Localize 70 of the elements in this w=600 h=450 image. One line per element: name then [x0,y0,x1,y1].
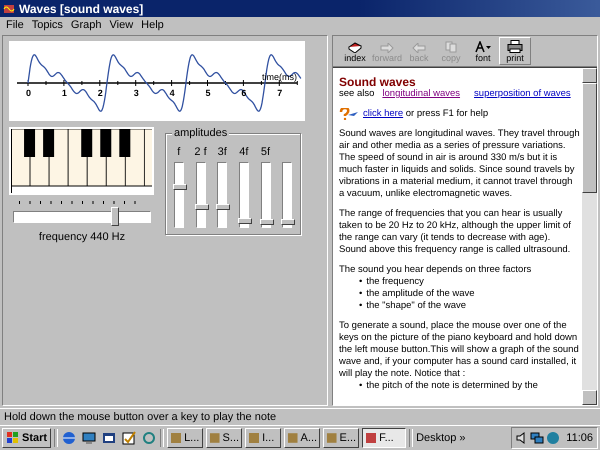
axis-tick-label: 2 [98,88,103,98]
bullet-item: the pitch of the note is determined by the [366,380,538,392]
axis-tick-label: 1 [62,88,67,98]
topic-link[interactable]: superposition of waves [474,88,571,100]
help-paragraph: The sound you hear depends on three factors [339,264,532,276]
harmonic-label: 3f [218,146,227,158]
piano-keyboard-drawing[interactable] [9,127,154,195]
help-paragraph: To generate a sound, place the mouse over one of the keys on the picture of the piano keyboard and hold down the left mouse button.This will show a graph of the sound wave and, if your computer has a sound card installed, it will play the note. Notice that : [339,320,580,380]
check-icon[interactable] [121,430,138,446]
bullet-item: the "shape" of the wave [366,300,466,312]
taskbar-button[interactable]: L... [167,428,204,448]
window-title: Waves [sound waves] [19,2,144,16]
topic-link[interactable]: longitudinal waves [382,88,460,100]
windows-logo-icon [6,432,20,444]
bullet-marker: • [359,380,362,392]
frequency-label: frequency 440 Hz [38,231,126,243]
amplitude-slider[interactable] [282,162,292,228]
bullet-marker: • [359,300,362,312]
taskbar-button[interactable]: S... [206,428,242,448]
font-icon [474,41,492,53]
question-mark-icon [339,108,359,120]
taskbar-button[interactable]: F... [362,428,406,448]
network-icon[interactable] [530,431,544,445]
taskbar-button[interactable]: A... [284,428,320,448]
monitor-icon[interactable] [81,430,98,446]
group-title: amplitudes [172,127,230,139]
see-also-label: see also [339,88,374,100]
axis-tick-label: 5 [206,88,211,98]
start-button[interactable]: Start [2,428,52,448]
axis-tick-label: 0 [26,88,32,98]
help-heading: Sound waves [339,76,417,88]
amplitude-slider[interactable] [174,162,184,228]
help-paragraph: The range of frequencies that you can hear is usually taken to be 20 Hz to 20 kHz, although the upper limit of the range can vary (it tends to decrease with age). Sound above this frequency range is called ultrasound. [339,208,572,256]
amplitude-slider[interactable] [238,162,249,228]
axis-tick-label: 7 [277,88,282,98]
copy-icon [445,41,457,53]
taskbar-button[interactable]: I... [245,428,282,448]
harmonic-label: 2 f [194,146,207,158]
bullet-marker: • [359,288,362,300]
book-icon [348,41,362,53]
help-paragraph: Sound waves are longitudinal waves. They travel through air and other media as a series of pressure variations. The speed of sound in air is around 330 m/s but it is much faster in liquids and solids. Since sound travels by vibrations in a material medium, it cannot travel through a vacuum, unlike electromagnetic waves. [339,128,580,200]
status-text: Hold down the mouse button over a key to play the note [4,411,276,423]
help-text: click here or press F1 for help [363,108,488,120]
desktop-toolbar-label[interactable]: Desktop [416,432,456,444]
clock: 11:06 [566,432,593,444]
taskbar-button[interactable]: E... [323,428,360,448]
right-arrow-icon [380,43,394,53]
bullet-item: the frequency [366,276,424,288]
menu-item[interactable]: File [2,18,28,30]
left-arrow-icon [412,43,426,53]
window-icon[interactable] [101,430,118,446]
bullet-marker: • [359,276,362,288]
scrollbar[interactable] [582,68,597,405]
menu-item[interactable]: View [106,18,138,30]
harmonic-label: f [177,146,180,158]
amplitude-slider[interactable] [260,162,271,228]
bullet-item: the amplitude of the wave [366,288,475,300]
harmonic-label: 4f [239,146,248,158]
axis-tick-label: 4 [170,88,175,98]
harmonic-label: 5f [260,146,270,158]
axis-tick-label: 3 [134,88,139,98]
printer-icon [507,40,523,53]
menu-item[interactable]: Help [137,18,168,30]
frequency-slider[interactable] [13,201,151,225]
menu-item[interactable]: Topics [28,18,67,30]
click-here-link[interactable]: click here [363,108,404,119]
toolbar-button[interactable]: print [499,37,531,65]
amplitude-slider[interactable] [217,162,228,228]
menu-item[interactable]: Graph [66,18,106,30]
chevron[interactable]: » [459,432,466,444]
